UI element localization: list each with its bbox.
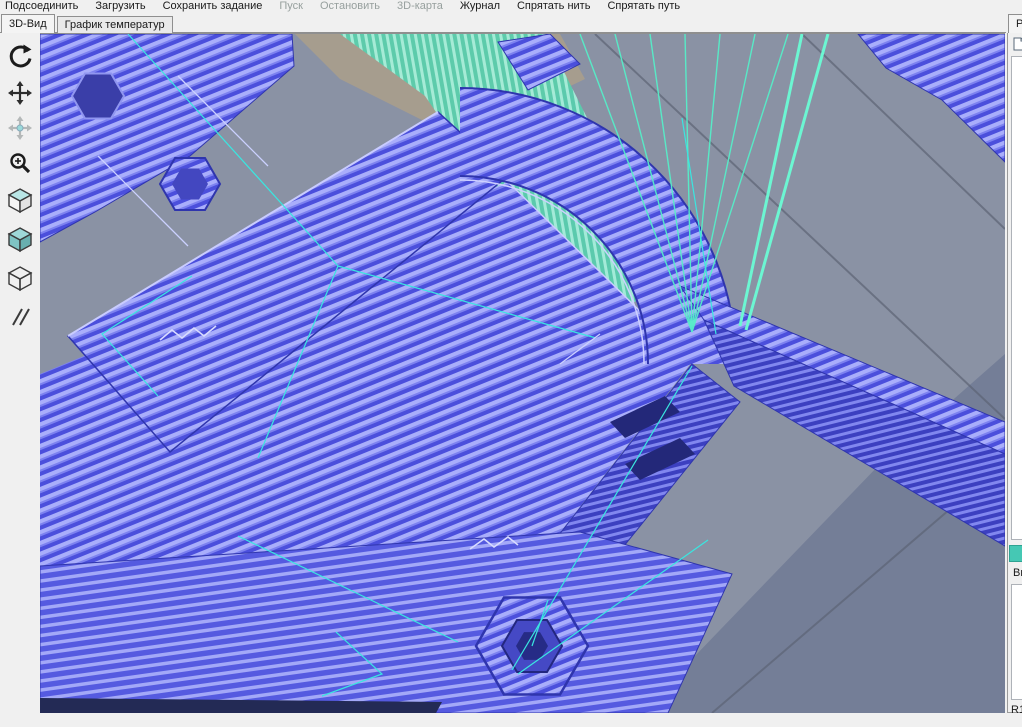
zoom-button[interactable] <box>4 150 36 178</box>
parallel-lines-icon <box>7 304 33 333</box>
toolbar-load[interactable]: Загрузить <box>95 0 145 13</box>
printer-label: R1 <box>1011 704 1022 716</box>
placement-panel: Ви R1 <box>1007 33 1022 713</box>
visualization-options-box[interactable] <box>1011 584 1022 700</box>
right-panel-tabs: Раз <box>1008 14 1022 33</box>
toolbar-start[interactable]: Пуск <box>279 0 303 13</box>
view-tabs: 3D-Вид График температур <box>1 14 173 33</box>
move-arrows-icon <box>8 81 32 108</box>
zoom-icon <box>8 151 32 178</box>
object-list[interactable] <box>1011 56 1022 540</box>
move-view-button[interactable] <box>4 80 36 108</box>
rotate-icon <box>6 42 34 73</box>
tab-3d-view[interactable]: 3D-Вид <box>1 14 55 33</box>
tab-placement[interactable]: Раз <box>1008 14 1022 33</box>
view-face-button[interactable] <box>4 185 36 217</box>
cube-wireframe-icon <box>6 264 34 295</box>
toolbar-stop[interactable]: Остановить <box>320 0 380 13</box>
move-object-icon-disabled <box>8 116 32 143</box>
visualization-section-label: Ви <box>1013 567 1022 579</box>
cube-face-icon <box>6 186 34 217</box>
rotate-view-button[interactable] <box>4 41 36 73</box>
tab-temperature-graph[interactable]: График температур <box>57 16 173 33</box>
placement-panel-toolbar <box>1010 36 1022 54</box>
3d-viewport[interactable] <box>40 33 1005 713</box>
view-tool-column <box>0 33 40 713</box>
move-object-button[interactable] <box>4 115 36 143</box>
main-toolbar: Подсоединить Загрузить Сохранить задание… <box>0 0 1022 14</box>
toolbar-save-job[interactable]: Сохранить задание <box>163 0 263 13</box>
cube-solid-icon <box>6 225 34 256</box>
view-isometric-button[interactable] <box>4 224 36 256</box>
toolbar-hide-filament[interactable]: Спрятать нить <box>517 0 590 13</box>
view-wireframe-button[interactable] <box>4 263 36 295</box>
toolbar-log[interactable]: Журнал <box>460 0 500 13</box>
gcode-preview-scene <box>40 34 1005 713</box>
toolbar-hide-path[interactable]: Спрятать путь <box>607 0 680 13</box>
toolbar-connect[interactable]: Подсоединить <box>5 0 78 13</box>
parallel-projection-button[interactable] <box>4 302 36 334</box>
toolbar-3d-map[interactable]: 3D-карта <box>397 0 443 13</box>
filament-color-button[interactable] <box>1009 545 1022 562</box>
document-icon[interactable] <box>1013 37 1022 54</box>
